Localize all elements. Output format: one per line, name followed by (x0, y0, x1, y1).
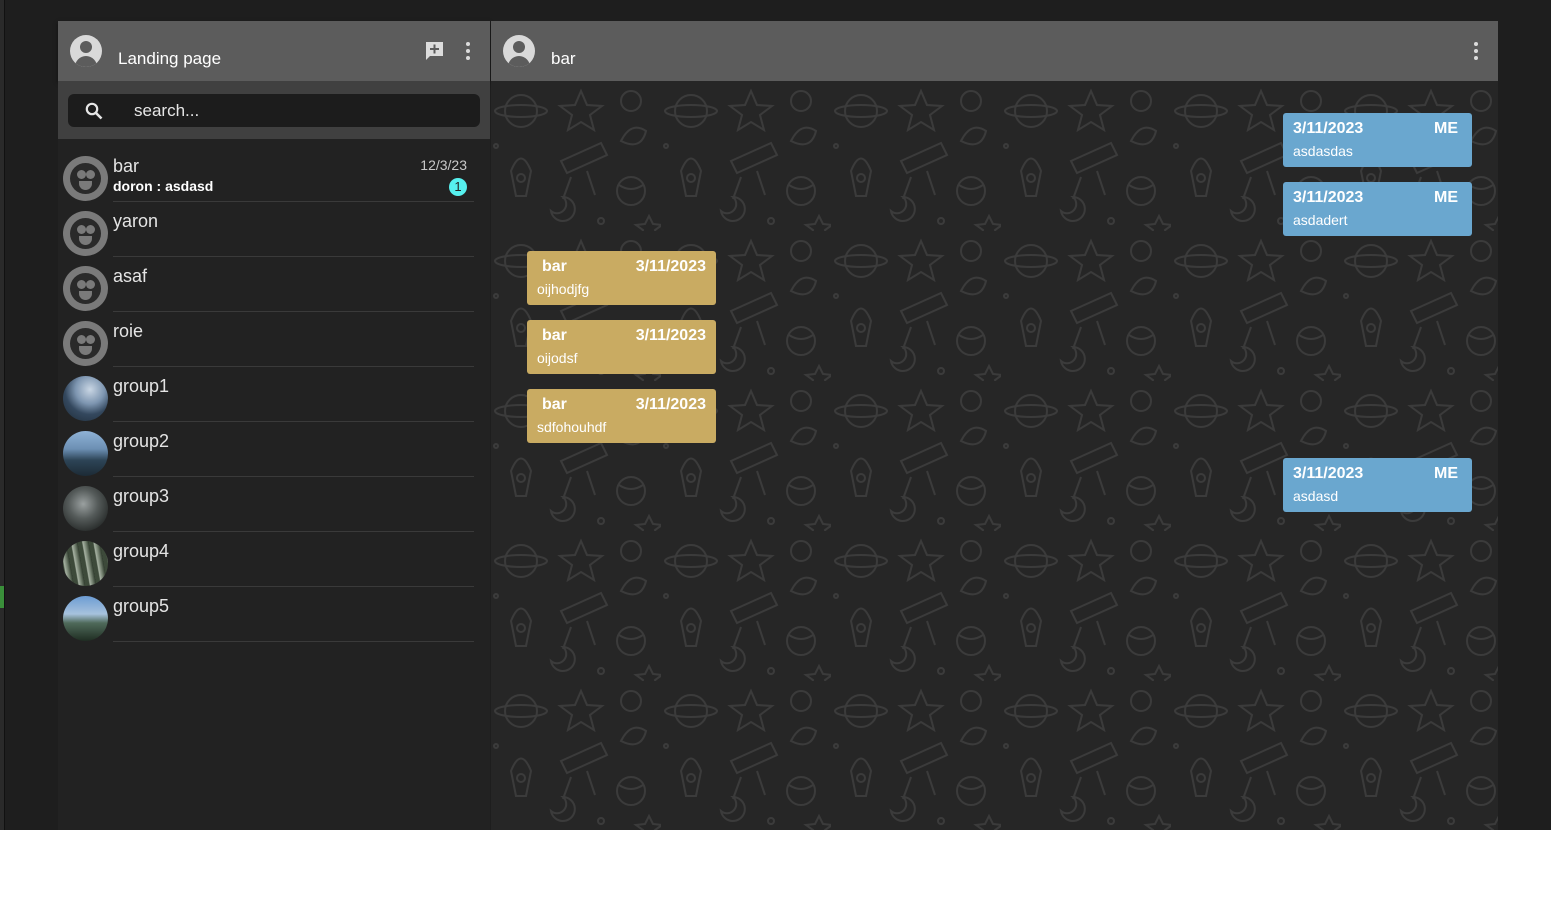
new-chat-icon[interactable] (422, 39, 446, 63)
message-bubble-incoming[interactable]: bar 3/11/2023 oijhodjfg (527, 251, 716, 305)
group-photo-avatar (63, 596, 108, 641)
search-icon (85, 102, 103, 120)
message-date: 3/11/2023 (1293, 465, 1364, 482)
chat-name: yaron (113, 211, 159, 231)
default-avatar-icon (63, 266, 108, 311)
message-sender: bar (542, 396, 567, 413)
message-sender: bar (542, 327, 567, 344)
message-bubble-incoming[interactable]: bar 3/11/2023 oijodsf (527, 320, 716, 374)
message-text: sdfohouhdf (537, 419, 607, 435)
chat-item-bar[interactable]: bar doron : asdasd 12/3/23 1 (58, 147, 490, 202)
message-sender: ME (1434, 189, 1458, 206)
group-photo-avatar (63, 376, 108, 421)
chat-name: group4 (113, 541, 170, 561)
conversation-header: bar (491, 21, 1498, 81)
chat-name: group2 (113, 431, 170, 451)
message-date: 3/11/2023 (1293, 189, 1364, 206)
message-bubble-outgoing[interactable]: 3/11/2023 ME asdasdas (1283, 113, 1472, 167)
profile-avatar-icon[interactable] (70, 35, 102, 67)
edge-marker (0, 586, 4, 608)
search-box (68, 94, 480, 127)
unread-badge: 1 (449, 178, 467, 196)
message-bubble-outgoing[interactable]: 3/11/2023 ME asdasd (1283, 458, 1472, 512)
search-bar (58, 81, 490, 139)
chat-name: group5 (113, 596, 170, 616)
sidebar-menu-icon[interactable] (456, 39, 480, 63)
sidebar-header: Landing page (58, 21, 490, 81)
message-date: 3/11/2023 (635, 396, 706, 413)
chat-item-group5[interactable]: group5 (58, 587, 490, 642)
contact-avatar-icon[interactable] (503, 35, 535, 67)
message-date: 3/11/2023 (635, 258, 706, 275)
chat-item-asaf[interactable]: asaf (58, 257, 490, 312)
chat-item-group4[interactable]: group4 (58, 532, 490, 587)
conversation-menu-icon[interactable] (1464, 39, 1488, 63)
message-date: 3/11/2023 (1293, 120, 1364, 137)
group-photo-avatar (63, 431, 108, 476)
message-sender: ME (1434, 465, 1458, 482)
chat-list: bar doron : asdasd 12/3/23 1 yaron asaf (58, 149, 490, 642)
window-edge (0, 0, 5, 830)
default-avatar-icon (63, 211, 108, 256)
message-date: 3/11/2023 (635, 327, 706, 344)
sidebar: Landing page bar doron : (58, 21, 490, 830)
chat-item-yaron[interactable]: yaron (58, 202, 490, 257)
chat-name: asaf (113, 266, 148, 286)
chat-item-group1[interactable]: group1 (58, 367, 490, 422)
search-input[interactable] (134, 94, 464, 127)
conversation-title: bar (551, 49, 576, 68)
chat-item-group2[interactable]: group2 (58, 422, 490, 477)
message-text: oijodsf (537, 350, 578, 366)
conversation-panel: bar 3/11/2023 ME asdasdas 3/11/2023 ME a… (491, 21, 1498, 830)
default-avatar-icon (63, 321, 108, 366)
chat-name: roie (113, 321, 144, 341)
group-photo-avatar (63, 486, 108, 531)
chat-item-roie[interactable]: roie (58, 312, 490, 367)
message-sender: ME (1434, 120, 1458, 137)
message-bubble-outgoing[interactable]: 3/11/2023 ME asdadert (1283, 182, 1472, 236)
group-photo-avatar (63, 541, 108, 586)
message-text: asdasdas (1293, 143, 1353, 159)
message-bubble-incoming[interactable]: bar 3/11/2023 sdfohouhdf (527, 389, 716, 443)
chat-name: group3 (113, 486, 170, 506)
chat-timestamp: 12/3/23 (420, 157, 467, 173)
default-avatar-icon (63, 156, 108, 201)
sidebar-title: Landing page (118, 49, 222, 68)
message-text: asdasd (1293, 488, 1339, 504)
chat-name: bar (113, 156, 140, 176)
message-text: asdadert (1293, 212, 1348, 228)
divider (113, 641, 474, 642)
chat-name: group1 (113, 376, 170, 396)
message-sender: bar (542, 258, 567, 275)
chat-item-group3[interactable]: group3 (58, 477, 490, 532)
message-text: oijhodjfg (537, 281, 590, 297)
chat-last-message: doron : asdasd (113, 178, 214, 194)
